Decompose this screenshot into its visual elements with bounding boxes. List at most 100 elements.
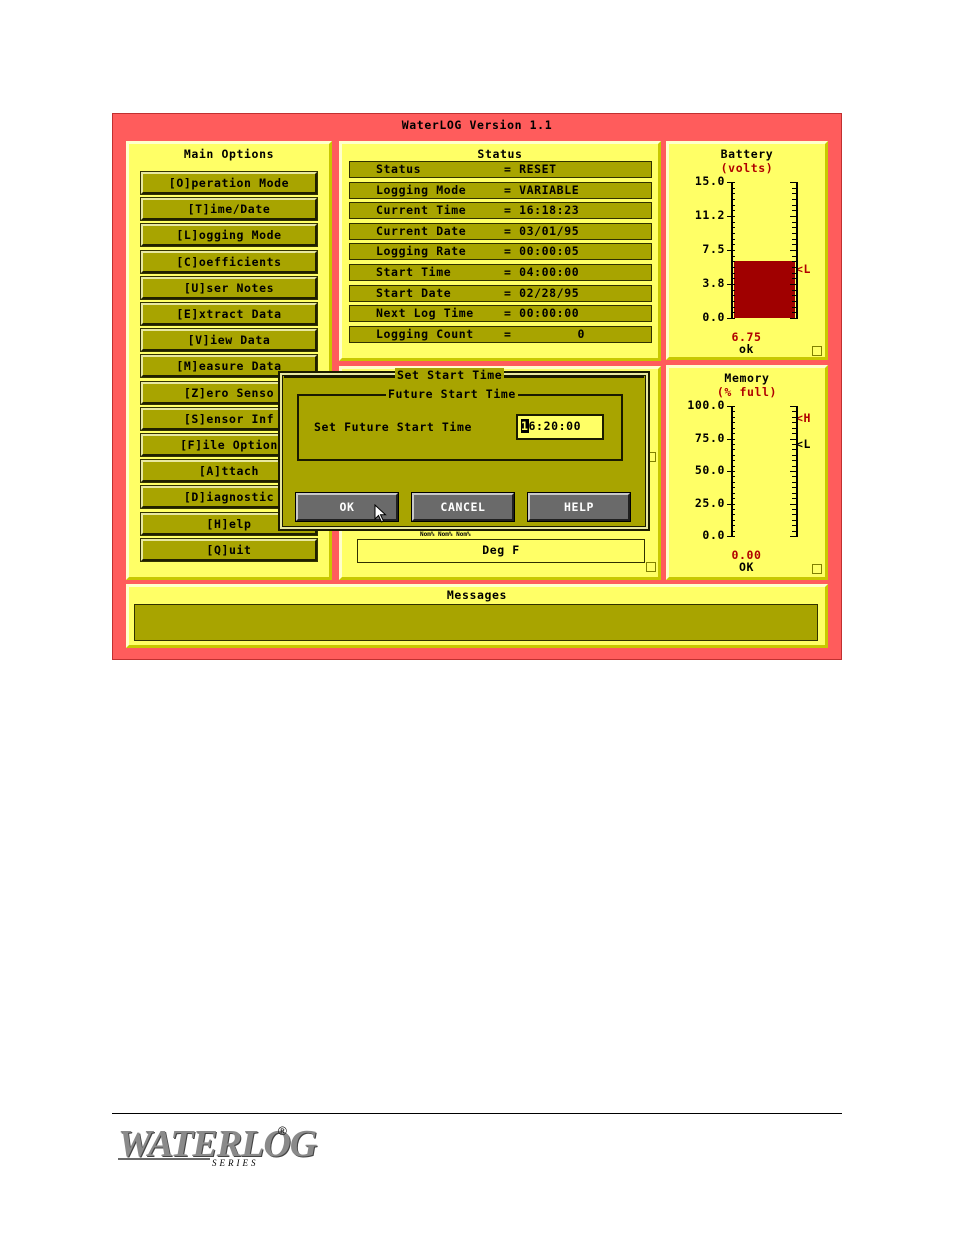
memory-tick-right bbox=[792, 514, 796, 516]
future-start-group-title: Future Start Time bbox=[386, 387, 518, 401]
status-row: Current Time = 16:18:23 bbox=[349, 202, 652, 220]
waterlog-series-logo: WATERLOG ® SERIES bbox=[118, 1122, 317, 1170]
messages-panel: Messages bbox=[126, 584, 828, 648]
battery-tick bbox=[731, 221, 735, 223]
battery-tick bbox=[731, 267, 735, 268]
battery-tick-right bbox=[792, 204, 796, 206]
memory-tick-right bbox=[792, 525, 796, 527]
status-title: Status bbox=[477, 147, 523, 161]
memory-tick bbox=[731, 487, 735, 489]
sensor-tiny-labels: Nom% Nom% Nom% bbox=[420, 531, 471, 538]
status-equals: = bbox=[504, 265, 520, 279]
memory-checkbox[interactable] bbox=[812, 564, 822, 574]
status-equals: = bbox=[504, 182, 520, 197]
status-panel: Status Status = RESET Logging Mode = VARIAB… bbox=[339, 141, 661, 361]
status-equals: = bbox=[504, 306, 520, 321]
memory-subtitle: (% full) bbox=[716, 385, 778, 399]
memory-tick bbox=[727, 406, 735, 407]
menu-button[interactable]: [V]iew Data bbox=[141, 329, 317, 352]
memory-tick-right bbox=[792, 498, 796, 500]
battery-tick bbox=[731, 199, 735, 200]
menu-button[interactable]: [Q]uit bbox=[141, 538, 317, 561]
memory-tick bbox=[731, 411, 735, 413]
battery-tick-right bbox=[792, 306, 796, 308]
battery-tick bbox=[731, 261, 735, 263]
memory-tick-right bbox=[790, 406, 798, 407]
memory-tick-label: 75.0 bbox=[694, 430, 725, 445]
logo-registered-mark: ® bbox=[278, 1124, 287, 1138]
battery-tick-label: 11.2 bbox=[694, 208, 725, 222]
messages-title: Messages bbox=[446, 588, 508, 602]
battery-tick bbox=[731, 289, 735, 291]
memory-state: OK bbox=[738, 560, 755, 574]
sensor-units: Deg F bbox=[482, 543, 520, 557]
memory-tick bbox=[731, 514, 735, 516]
menu-button[interactable]: [O]peration Mode bbox=[141, 172, 317, 194]
battery-tick-label: 15.0 bbox=[694, 174, 725, 188]
memory-tick-label: 50.0 bbox=[694, 463, 725, 477]
battery-checkbox[interactable] bbox=[812, 346, 822, 356]
memory-marker-low: <L bbox=[796, 437, 812, 451]
menu-button[interactable]: [C]oefficients bbox=[141, 250, 317, 273]
memory-marker-low-label: L bbox=[803, 437, 812, 451]
battery-tick-right bbox=[790, 182, 798, 183]
status-value: 03/01/95 bbox=[519, 223, 580, 238]
memory-tick-right bbox=[792, 416, 796, 418]
memory-tick bbox=[727, 503, 735, 505]
battery-tick-label: 0.0 bbox=[702, 310, 725, 324]
memory-tick-label: 0.0 bbox=[702, 528, 725, 542]
status-value: 00:00:05 bbox=[519, 244, 580, 259]
menu-button[interactable]: [T]ime/Date bbox=[141, 198, 317, 221]
battery-tick bbox=[731, 295, 735, 297]
memory-tick-right bbox=[792, 492, 796, 494]
menu-button[interactable]: [U]ser Notes bbox=[141, 276, 317, 299]
battery-marker-label: L bbox=[803, 262, 812, 276]
status-equals: = bbox=[504, 326, 520, 341]
battery-tick bbox=[731, 233, 735, 234]
sensor-units-box: Deg F bbox=[357, 539, 645, 563]
memory-tick-right bbox=[792, 487, 796, 489]
menu-button[interactable]: [E]xtract Data bbox=[141, 303, 317, 325]
cancel-button-label: CANCEL bbox=[440, 500, 486, 514]
sensor-checkbox[interactable] bbox=[646, 562, 656, 572]
main-options-title: Main Options bbox=[183, 147, 275, 161]
battery-tick-right bbox=[792, 312, 796, 314]
battery-tick bbox=[731, 238, 735, 240]
battery-tick-label: 7.5 bbox=[702, 242, 725, 256]
memory-tick-right bbox=[792, 465, 796, 467]
memory-tick bbox=[727, 471, 735, 472]
memory-tick-right bbox=[792, 530, 796, 532]
memory-tick bbox=[731, 481, 735, 483]
status-equals: = bbox=[504, 162, 520, 176]
help-button[interactable]: HELP bbox=[528, 493, 630, 521]
status-label: Status bbox=[376, 162, 422, 176]
memory-marker-high-label: H bbox=[803, 411, 812, 425]
status-label: Start Date bbox=[376, 285, 452, 300]
battery-tick bbox=[731, 312, 735, 314]
status-row: Start Time = 04:00:00 bbox=[349, 264, 652, 281]
status-value: 04:00:00 bbox=[519, 265, 580, 279]
status-row: Logging Rate = 00:00:05 bbox=[349, 243, 652, 261]
battery-tick bbox=[727, 250, 735, 251]
window-title: WaterLOG Version 1.1 bbox=[401, 118, 553, 132]
status-row: Current Date = 03/01/95 bbox=[349, 222, 652, 240]
memory-tick-right bbox=[792, 422, 796, 424]
status-row: Start Date = 02/28/95 bbox=[349, 284, 652, 302]
text-cursor: 1 bbox=[521, 419, 529, 433]
menu-button[interactable]: [L]ogging Mode bbox=[141, 224, 317, 247]
battery-tick-label: 3.8 bbox=[702, 276, 725, 290]
cancel-button[interactable]: CANCEL bbox=[412, 493, 514, 521]
battery-tick bbox=[727, 182, 735, 183]
battery-tick-right bbox=[790, 284, 798, 285]
memory-tick bbox=[731, 427, 735, 429]
status-label: Current Date bbox=[376, 223, 467, 238]
battery-title: Battery bbox=[720, 147, 774, 161]
logo-sub-text: SERIES bbox=[212, 1158, 259, 1168]
battery-tick-right bbox=[792, 255, 796, 257]
memory-tick-right bbox=[792, 476, 796, 478]
memory-tick-right bbox=[792, 411, 796, 413]
future-start-time-input[interactable]: 16:20:00 bbox=[516, 414, 604, 440]
status-value: 02/28/95 bbox=[519, 285, 580, 300]
mouse-pointer-icon bbox=[374, 504, 387, 523]
memory-tick bbox=[727, 536, 735, 537]
